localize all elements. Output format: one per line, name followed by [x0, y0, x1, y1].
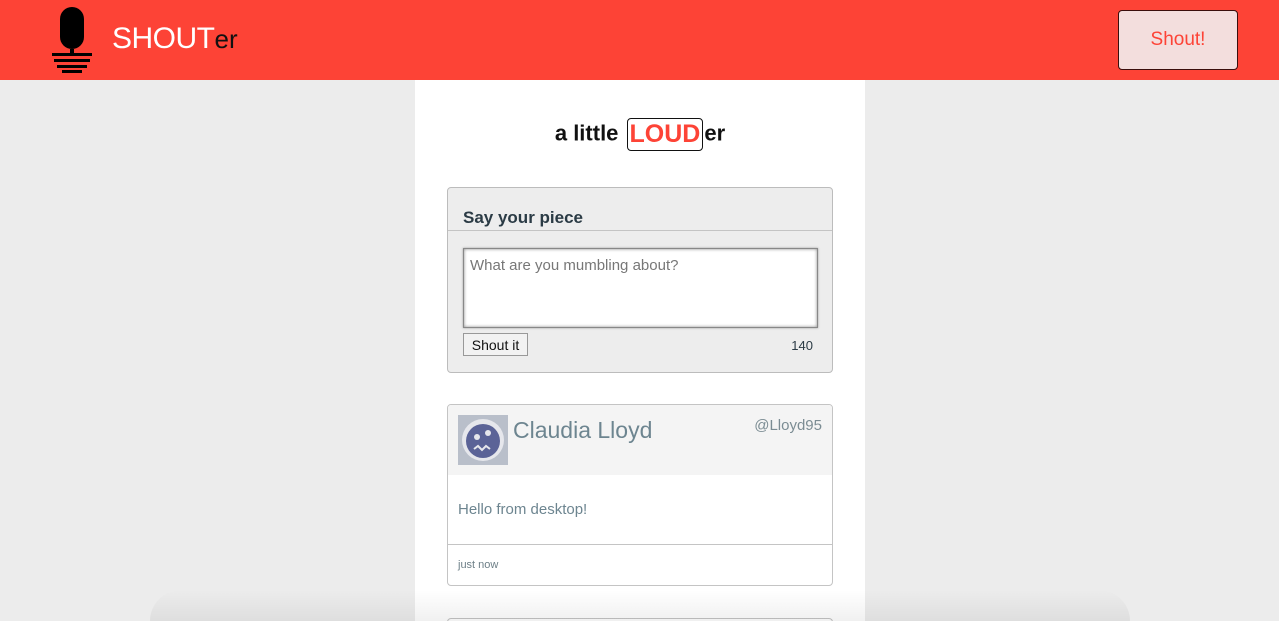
char-count: 140 — [791, 338, 813, 353]
robot-avatar-icon[interactable] — [458, 415, 508, 465]
tagline: a little LOUD er — [415, 118, 865, 151]
tagline-highlight: LOUD — [626, 118, 704, 151]
post-timestamp: just now — [458, 559, 499, 571]
compose-panel: Say your piece Shout it 140 — [447, 187, 833, 373]
main-column: a little LOUDer Say your piece Shout it … — [415, 80, 865, 621]
post-divider — [448, 544, 832, 545]
author-name[interactable]: Claudia Lloyd — [513, 417, 652, 444]
post-header: Claudia Lloyd @Lloyd95 — [448, 405, 832, 475]
shout-it-button[interactable]: Shout it — [463, 333, 528, 356]
microphone-icon[interactable] — [50, 6, 94, 74]
brand-title[interactable]: SHOUTer — [112, 22, 238, 56]
app-header: SHOUTer Shout! — [0, 0, 1279, 80]
brand-suffix: er — [214, 24, 238, 54]
post-card: Claudia Lloyd @Lloyd95 Hello from deskto… — [447, 404, 833, 586]
tagline-suffix: er — [704, 120, 726, 146]
shout-button[interactable]: Shout! — [1118, 10, 1238, 70]
shout-textarea[interactable] — [463, 248, 818, 328]
author-handle[interactable]: @Lloyd95 — [754, 417, 822, 434]
compose-divider — [448, 230, 832, 231]
compose-title: Say your piece — [463, 208, 584, 227]
brand-main: SHOUT — [112, 22, 215, 55]
post-body: Hello from desktop! — [458, 501, 588, 518]
bottom-shadow — [150, 590, 1130, 621]
tagline-prefix: a little — [554, 120, 625, 146]
